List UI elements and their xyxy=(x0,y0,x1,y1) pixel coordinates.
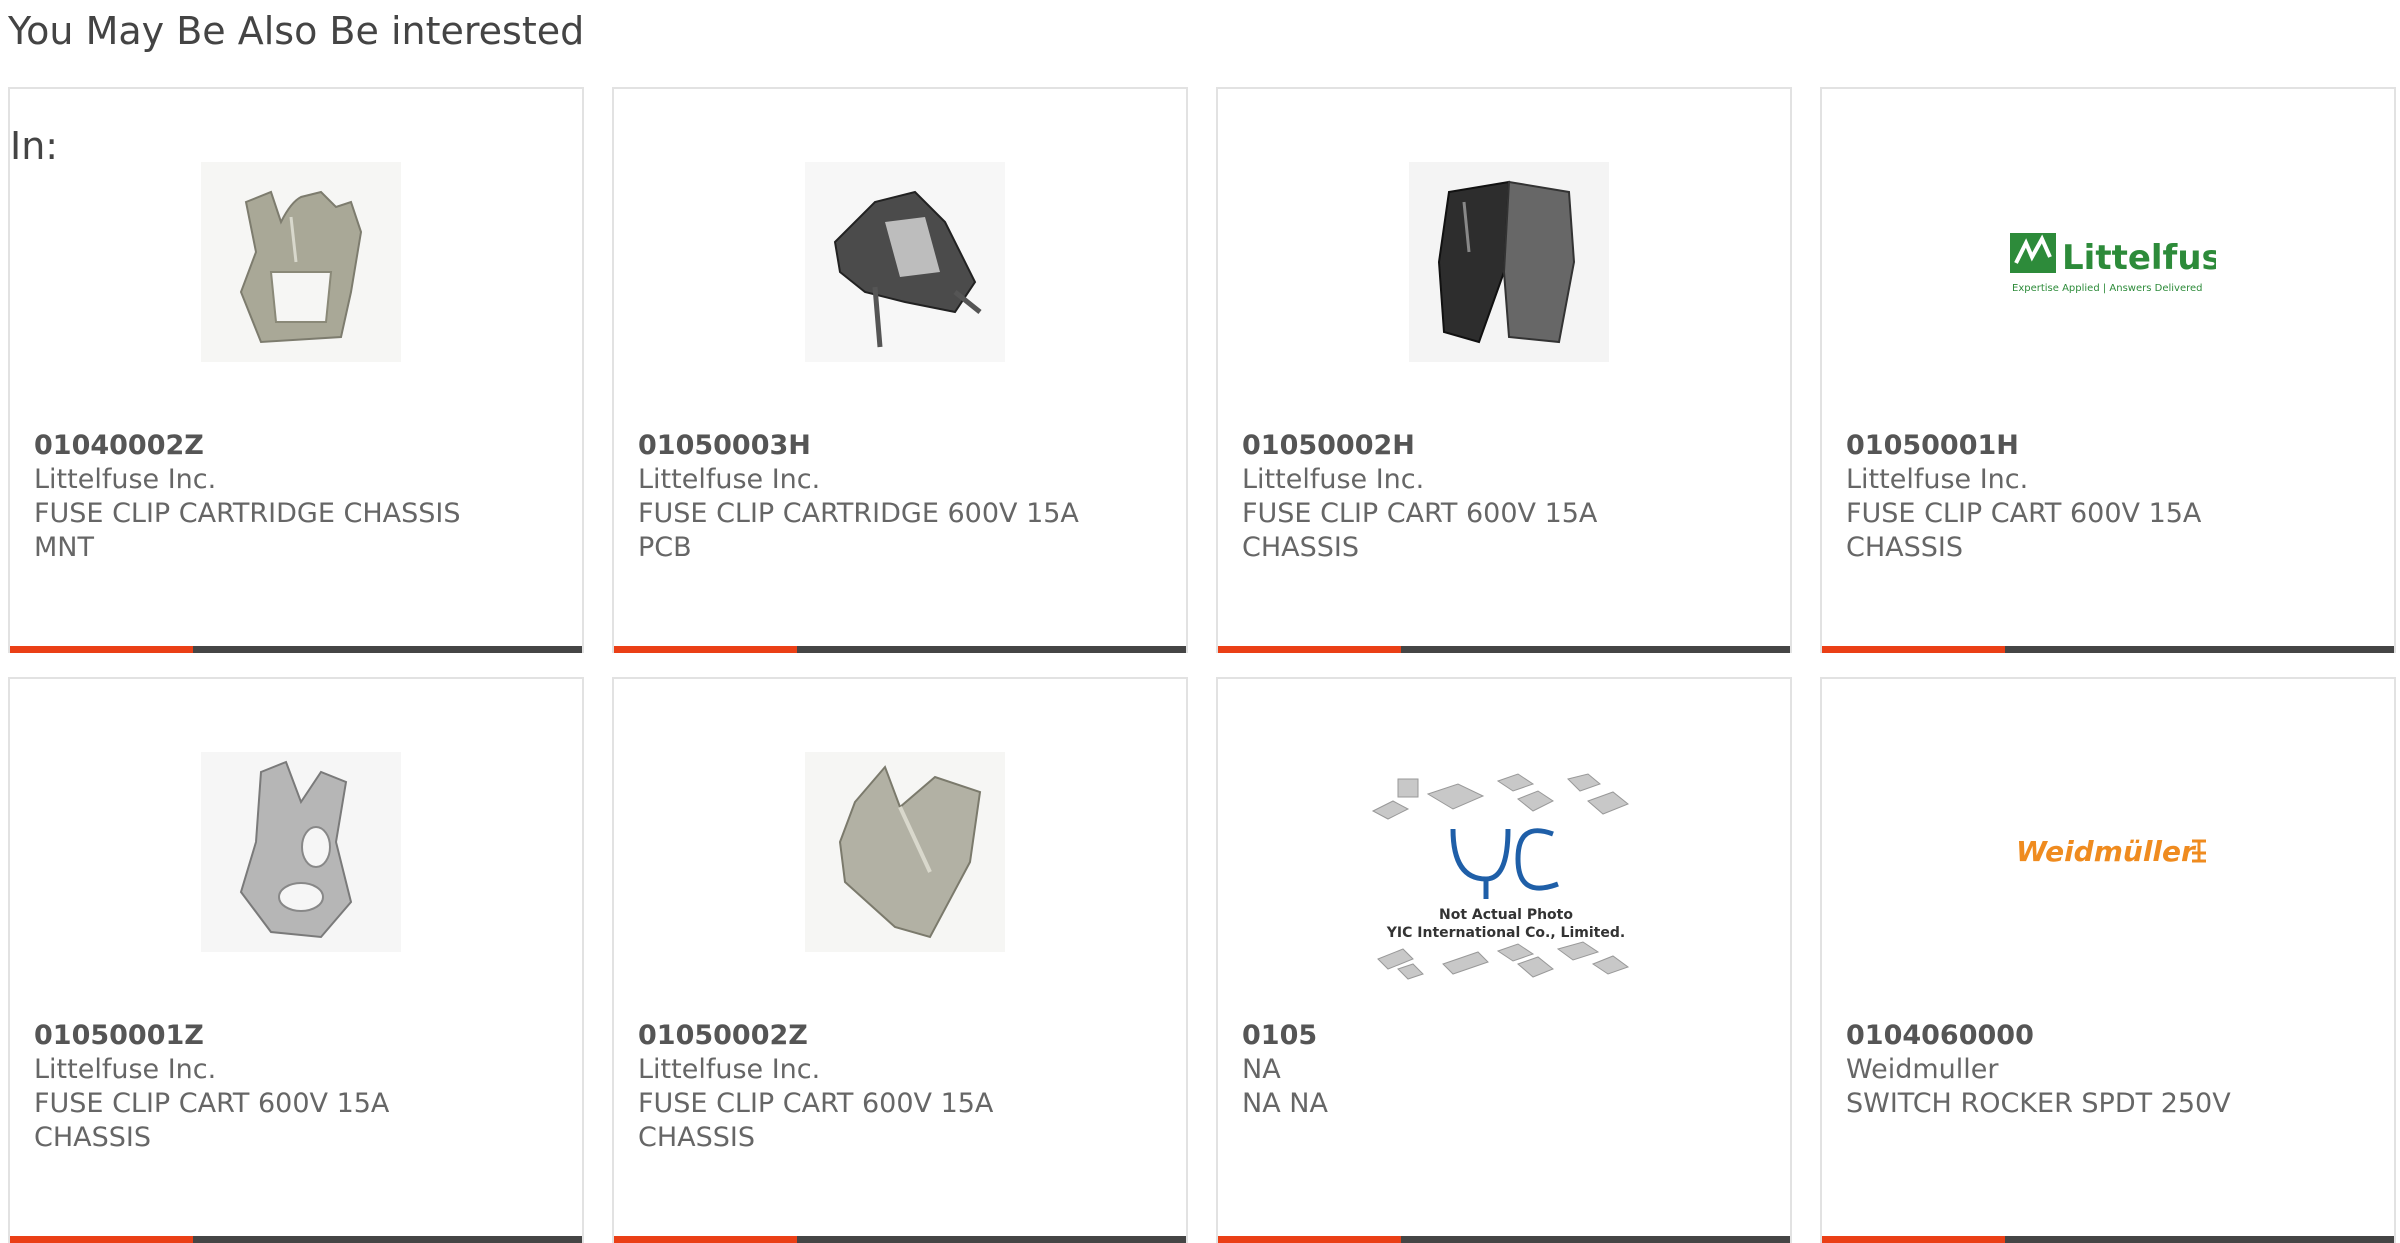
product-image[interactable] xyxy=(802,159,1008,365)
card-bar xyxy=(1822,646,2394,653)
littelfuse-logo: Littelfuse Expertise Applied | Answers D… xyxy=(2010,233,2216,294)
svg-text:Weidmüller: Weidmüller xyxy=(2016,835,2197,868)
product-description: FUSE CLIP CART 600V 15A CHASSIS xyxy=(1242,498,1598,563)
card-bar xyxy=(1218,646,1790,653)
product-info: 01050001Z Littelfuse Inc. FUSE CLIP CART… xyxy=(34,1019,562,1155)
product-description: SWITCH ROCKER SPDT 250V xyxy=(1846,1088,2231,1119)
product-description: FUSE CLIP CART 600V 15A CHASSIS xyxy=(34,1088,390,1153)
manufacturer: Littelfuse Inc. xyxy=(1846,464,2029,495)
product-description: NA NA xyxy=(1242,1088,1328,1119)
product-card[interactable]: 01050002H Littelfuse Inc. FUSE CLIP CART… xyxy=(1216,87,1792,653)
manufacturer: Littelfuse Inc. xyxy=(638,1054,821,1085)
product-card[interactable]: Weidmüller 0104060000 Weidmuller SWITCH … xyxy=(1820,677,2396,1243)
card-bar xyxy=(614,646,1186,653)
product-info: 01050001H Littelfuse Inc. FUSE CLIP CART… xyxy=(1846,429,2374,565)
section-title-continued: In: xyxy=(10,124,59,168)
product-image[interactable]: Littelfuse Expertise Applied | Answers D… xyxy=(2010,159,2216,365)
card-bar xyxy=(10,646,582,653)
product-image[interactable] xyxy=(802,749,1008,955)
manufacturer: NA xyxy=(1242,1054,1281,1085)
manufacturer: Littelfuse Inc. xyxy=(1242,464,1425,495)
manufacturer: Weidmuller xyxy=(1846,1054,1999,1085)
part-number[interactable]: 01050001H xyxy=(1846,429,2374,463)
product-image[interactable]: Weidmüller xyxy=(2010,749,2216,955)
product-info: 01050002Z Littelfuse Inc. FUSE CLIP CART… xyxy=(638,1019,1166,1155)
product-image[interactable] xyxy=(1406,159,1612,365)
card-bar-accent xyxy=(10,646,193,653)
product-card[interactable]: 01050001Z Littelfuse Inc. FUSE CLIP CART… xyxy=(8,677,584,1243)
card-bar-accent xyxy=(1218,646,1401,653)
product-info: 01050002H Littelfuse Inc. FUSE CLIP CART… xyxy=(1242,429,1770,565)
svg-text:Not Actual Photo: Not Actual Photo xyxy=(1439,907,1573,923)
part-number[interactable]: 0104060000 xyxy=(1846,1019,2374,1053)
svg-text:YIC International Co., Limited: YIC International Co., Limited. xyxy=(1386,925,1625,941)
part-number[interactable]: 01050002H xyxy=(1242,429,1770,463)
part-number[interactable]: 0105 xyxy=(1242,1019,1770,1053)
product-description: FUSE CLIP CART 600V 15A CHASSIS xyxy=(638,1088,994,1153)
part-number[interactable]: 01040002Z xyxy=(34,429,562,463)
part-number[interactable]: 01050003H xyxy=(638,429,1166,463)
card-bar-accent xyxy=(1822,646,2005,653)
product-info: 01050003H Littelfuse Inc. FUSE CLIP CART… xyxy=(638,429,1166,565)
product-card[interactable]: Not Actual Photo YIC International Co., … xyxy=(1216,677,1792,1243)
product-card[interactable]: 01050003H Littelfuse Inc. FUSE CLIP CART… xyxy=(612,87,1188,653)
product-description: FUSE CLIP CART 600V 15A CHASSIS xyxy=(1846,498,2202,563)
product-info: 01040002Z Littelfuse Inc. FUSE CLIP CART… xyxy=(34,429,562,565)
product-card[interactable]: 01050002Z Littelfuse Inc. FUSE CLIP CART… xyxy=(612,677,1188,1243)
svg-text:Expertise Applied | Answers De: Expertise Applied | Answers Delivered xyxy=(2012,283,2203,294)
manufacturer: Littelfuse Inc. xyxy=(638,464,821,495)
weidmuller-logo: Weidmüller xyxy=(2016,835,2206,868)
product-description: FUSE CLIP CARTRIDGE CHASSIS MNT xyxy=(34,498,461,563)
yic-placeholder-image: Not Actual Photo YIC International Co., … xyxy=(1371,773,1630,980)
product-info: 0105 NA NA NA xyxy=(1242,1019,1770,1121)
section-title: You May Be Also Be interested xyxy=(8,9,585,53)
manufacturer: Littelfuse Inc. xyxy=(34,464,217,495)
product-image[interactable] xyxy=(198,749,404,955)
svg-text:Littelfuse: Littelfuse xyxy=(2062,238,2216,278)
product-image[interactable] xyxy=(198,159,404,365)
manufacturer: Littelfuse Inc. xyxy=(34,1054,217,1085)
product-card[interactable]: Littelfuse Expertise Applied | Answers D… xyxy=(1820,87,2396,653)
part-number[interactable]: 01050002Z xyxy=(638,1019,1166,1053)
product-info: 0104060000 Weidmuller SWITCH ROCKER SPDT… xyxy=(1846,1019,2374,1121)
part-number[interactable]: 01050001Z xyxy=(34,1019,562,1053)
product-card[interactable]: In: 01040002Z Littelfuse Inc. FUSE CLIP … xyxy=(8,87,584,653)
product-description: FUSE CLIP CARTRIDGE 600V 15A PCB xyxy=(638,498,1079,563)
card-bar-accent xyxy=(614,646,797,653)
product-image[interactable]: Not Actual Photo YIC International Co., … xyxy=(1368,759,1644,999)
